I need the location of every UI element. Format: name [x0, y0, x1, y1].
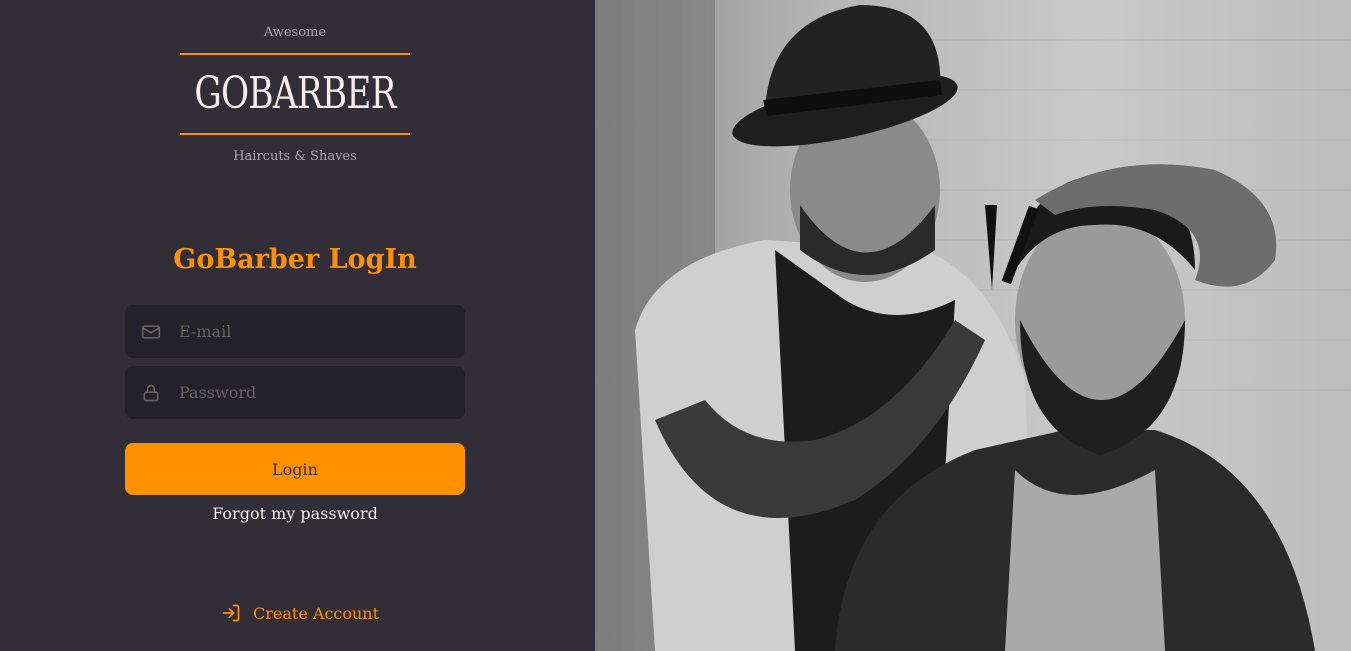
logo-rule-top: [180, 53, 410, 55]
email-input[interactable]: [177, 321, 453, 342]
create-account-link[interactable]: Create Account: [221, 603, 379, 623]
email-field[interactable]: [125, 305, 465, 358]
logo-tagline-top: Awesome: [263, 25, 327, 40]
forgot-password-link[interactable]: Forgot my password: [0, 504, 590, 523]
mail-icon: [141, 322, 161, 342]
create-account-label: Create Account: [253, 603, 380, 623]
page-title: GoBarber LogIn: [173, 244, 417, 275]
logo-rule-bottom: [180, 133, 410, 135]
logo-wordmark-text: GOBARBER: [194, 68, 396, 119]
login-button[interactable]: Login: [125, 443, 465, 495]
login-panel: Awesome GOBARBER Haircuts & Shaves GoBar…: [0, 0, 595, 651]
barber-photo-illustration: [595, 0, 1351, 651]
logo-wordmark: GOBARBER: [180, 66, 410, 122]
password-input[interactable]: [177, 382, 453, 403]
lock-icon: [141, 383, 161, 403]
barber-photo: [595, 0, 1351, 651]
password-field[interactable]: [125, 366, 465, 419]
gobarber-logo: Awesome GOBARBER Haircuts & Shaves: [180, 22, 410, 164]
logo-tagline-bottom: Haircuts & Shaves: [233, 149, 357, 164]
log-in-icon: [221, 603, 241, 623]
